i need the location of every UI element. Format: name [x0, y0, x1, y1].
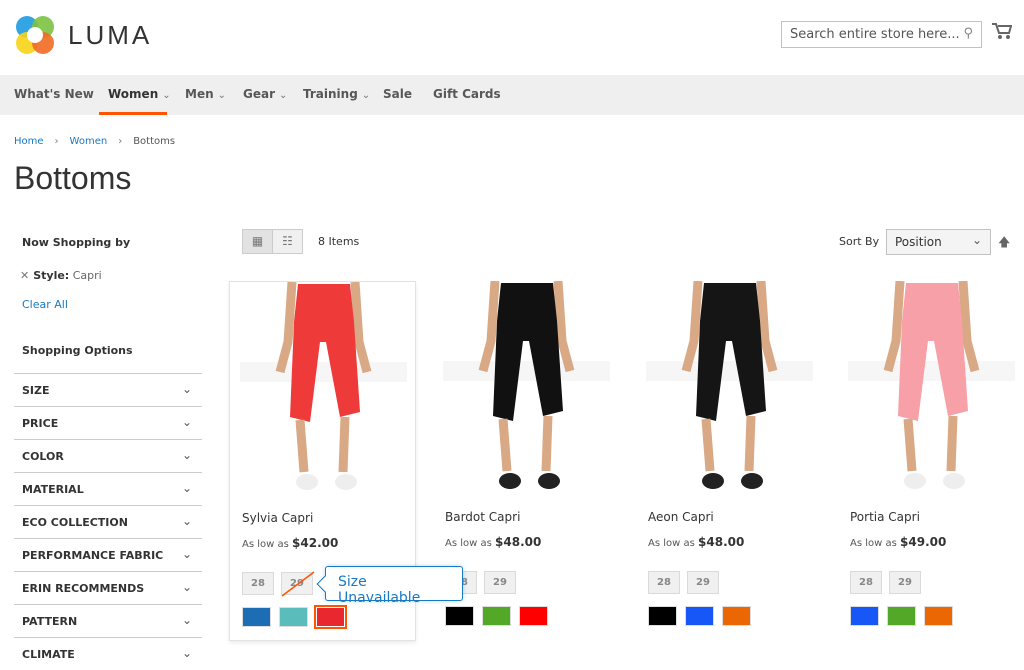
chevron-down-icon: ⌄: [361, 90, 371, 101]
product-name[interactable]: Sylvia Capri: [242, 511, 313, 525]
nav-women[interactable]: Women ⌄: [108, 87, 171, 101]
chevron-down-icon: ⌄: [181, 514, 192, 528]
search-icon[interactable]: ⚲: [963, 26, 973, 41]
chevron-down-icon: ⌄: [279, 90, 288, 101]
size-option[interactable]: 29: [687, 571, 719, 594]
filter-size[interactable]: SIZE ⌄: [14, 373, 202, 406]
product-name[interactable]: Portia Capri: [850, 510, 920, 524]
filter-label: PRICE: [22, 417, 59, 430]
shopping-options-heading: Shopping Options: [22, 344, 133, 357]
sort-direction-icon[interactable]: 🡅: [998, 233, 1010, 254]
search-input[interactable]: Search entire store here... ⚲: [781, 21, 982, 48]
filter-climate[interactable]: CLIMATE ⌄: [14, 637, 202, 670]
product-name[interactable]: Aeon Capri: [648, 510, 714, 524]
product-image[interactable]: [838, 281, 1024, 500]
chevron-down-icon: ⌄: [181, 448, 192, 462]
grid-view-button[interactable]: ▦: [242, 229, 273, 254]
filter-label: CLIMATE: [22, 648, 75, 661]
main-nav: What's New Women ⌄ Men ⌄ Gear ⌄ Training ⌄ S…: [0, 75, 1024, 115]
sort-label: Sort By: [839, 235, 880, 248]
active-nav-indicator: [99, 112, 167, 115]
color-swatch[interactable]: [648, 606, 677, 626]
sort-select[interactable]: Position ⌄: [886, 229, 991, 255]
chevron-down-icon: ⌄: [181, 646, 192, 660]
luma-logo-icon[interactable]: [14, 14, 56, 56]
size-option[interactable]: 28: [242, 572, 274, 595]
size-unavailable-tooltip: Size Unavailable: [325, 566, 463, 606]
product-card[interactable]: Portia Capri As low as $49.00 28 29: [838, 281, 1024, 641]
filter-material[interactable]: MATERIAL ⌄: [14, 472, 202, 505]
filter-color[interactable]: COLOR ⌄: [14, 439, 202, 472]
filter-label: ERIN RECOMMENDS: [22, 582, 145, 595]
item-count: 8 Items: [318, 235, 360, 248]
breadcrumb-home[interactable]: Home: [14, 136, 44, 147]
product-name[interactable]: Bardot Capri: [445, 510, 520, 524]
filter-label: COLOR: [22, 450, 64, 463]
page-title: Bottoms: [14, 160, 132, 196]
color-swatch[interactable]: [519, 606, 548, 626]
filter-label: PATTERN: [22, 615, 78, 628]
color-swatch[interactable]: [850, 606, 879, 626]
filter-performance-fabric[interactable]: PERFORMANCE FABRIC ⌄: [14, 538, 202, 571]
size-option[interactable]: 29: [484, 571, 516, 594]
color-swatch[interactable]: [722, 606, 751, 626]
breadcrumb: Home › Women › Bottoms: [14, 136, 176, 147]
nav-gift-cards[interactable]: Gift Cards: [433, 87, 501, 101]
filter-eco-collection[interactable]: ECO COLLECTION ⌄: [14, 505, 202, 538]
filter-label: ECO COLLECTION: [22, 516, 128, 529]
size-option[interactable]: 28: [648, 571, 680, 594]
now-shopping-heading: Now Shopping by: [22, 236, 131, 249]
nav-sale[interactable]: Sale: [383, 87, 412, 101]
chevron-down-icon: ⌄: [181, 382, 192, 396]
product-image[interactable]: [433, 281, 620, 500]
size-option[interactable]: 28: [850, 571, 882, 594]
product-card[interactable]: Aeon Capri As low as $48.00 28 29: [636, 281, 823, 641]
filter-label: SIZE: [22, 384, 50, 397]
chevron-down-icon: ⌄: [217, 90, 227, 101]
color-swatch[interactable]: [445, 606, 474, 626]
product-image[interactable]: [230, 282, 417, 501]
nav-men[interactable]: Men ⌄: [185, 87, 226, 101]
chevron-down-icon: ⌄: [971, 233, 982, 247]
filter-label: PERFORMANCE FABRIC: [22, 549, 164, 562]
color-swatch[interactable]: [279, 607, 308, 627]
nav-training[interactable]: Training ⌄: [303, 87, 370, 101]
filter-erin-recommends[interactable]: ERIN RECOMMENDS ⌄: [14, 571, 202, 604]
product-price: As low as $49.00: [850, 535, 947, 549]
breadcrumb-women[interactable]: Women: [70, 136, 108, 147]
active-filter: ✕ Style: Capri: [20, 269, 102, 282]
product-price: As low as $48.00: [445, 535, 542, 549]
chevron-down-icon: ⌄: [162, 90, 171, 101]
chevron-down-icon: ⌄: [181, 415, 192, 429]
chevron-down-icon: ⌄: [181, 547, 192, 561]
clear-all-link[interactable]: Clear All: [22, 298, 68, 311]
color-swatch[interactable]: [887, 606, 916, 626]
chevron-down-icon: ⌄: [181, 580, 192, 594]
color-swatch[interactable]: [482, 606, 511, 626]
search-placeholder: Search entire store here...: [790, 27, 960, 42]
remove-filter-icon[interactable]: ✕: [20, 269, 29, 282]
size-unavailable-slash: [281, 571, 315, 597]
chevron-down-icon: ⌄: [181, 481, 192, 495]
list-view-button[interactable]: ☷: [272, 229, 303, 254]
nav-gear[interactable]: Gear ⌄: [243, 87, 287, 101]
cart-icon[interactable]: [992, 22, 1012, 40]
color-swatch[interactable]: [242, 607, 271, 627]
color-swatch[interactable]: [924, 606, 953, 626]
color-swatch[interactable]: [685, 606, 714, 626]
color-swatch[interactable]: [314, 605, 347, 629]
product-price: As low as $42.00: [242, 536, 339, 550]
filter-price[interactable]: PRICE ⌄: [14, 406, 202, 439]
product-image[interactable]: [636, 281, 823, 500]
product-price: As low as $48.00: [648, 535, 745, 549]
nav-whats-new[interactable]: What's New: [14, 87, 94, 101]
chevron-down-icon: ⌄: [181, 613, 192, 627]
filter-pattern[interactable]: PATTERN ⌄: [14, 604, 202, 637]
filter-label: MATERIAL: [22, 483, 84, 496]
size-option[interactable]: 29: [889, 571, 921, 594]
breadcrumb-current: Bottoms: [133, 136, 176, 147]
logo-text[interactable]: LUMA: [68, 20, 152, 51]
